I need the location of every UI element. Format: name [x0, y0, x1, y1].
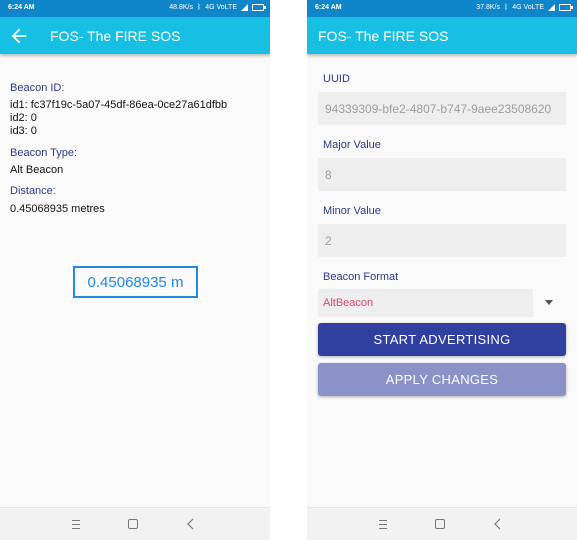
uuid-field[interactable]	[318, 92, 566, 125]
network-rate: 37.8K/s	[476, 4, 501, 11]
beacon-format-select[interactable]: AltBeacon	[318, 289, 533, 317]
signal-icon	[241, 4, 248, 11]
back-arrow-icon[interactable]	[8, 25, 30, 47]
beacon-config-screen: 6:24 AM 37.8K/s ᛒ 4G VoLTE FOS- The FIRE…	[307, 0, 577, 540]
distance-value: 0.45068935 metres	[10, 203, 105, 215]
uuid-label: UUID	[323, 73, 350, 85]
major-value-label: Major Value	[323, 139, 381, 151]
menu-icon[interactable]	[379, 517, 393, 531]
distance-label: Distance:	[10, 185, 56, 197]
nav-back-icon[interactable]	[491, 517, 505, 531]
network-type: 4G VoLTE	[512, 4, 544, 11]
app-bar: FOS- The FIRE SOS	[307, 17, 577, 54]
beacon-type-value: Alt Beacon	[10, 164, 64, 176]
apply-changes-button[interactable]: APPLY CHANGES	[318, 363, 566, 396]
status-time: 6:24 AM	[315, 4, 342, 11]
battery-icon	[252, 4, 266, 11]
beacon-id3: id3: 0	[10, 125, 37, 137]
status-indicators: 48.8K/s ᛒ 4G VoLTE	[169, 4, 266, 11]
status-indicators: 37.8K/s ᛒ 4G VoLTE	[476, 4, 573, 11]
status-bar: 6:24 AM 48.8K/s ᛒ 4G VoLTE	[0, 0, 270, 17]
battery-icon	[559, 4, 573, 11]
beacon-detail-screen: 6:24 AM 48.8K/s ᛒ 4G VoLTE FOS- The FIRE…	[0, 0, 270, 540]
beacon-format-label: Beacon Format	[323, 271, 399, 283]
beacon-id-label: Beacon ID:	[10, 82, 65, 94]
home-icon[interactable]	[435, 517, 449, 531]
app-bar: FOS- The FIRE SOS	[0, 17, 270, 54]
start-advertising-button[interactable]: START ADVERTISING	[318, 323, 566, 356]
major-value-field[interactable]	[318, 158, 566, 191]
bluetooth-icon: ᛒ	[197, 4, 202, 11]
home-icon[interactable]	[128, 517, 142, 531]
nav-bar	[0, 507, 270, 540]
minor-value-label: Minor Value	[323, 205, 381, 217]
status-bar: 6:24 AM 37.8K/s ᛒ 4G VoLTE	[307, 0, 577, 17]
distance-display: 0.45068935 m	[73, 266, 198, 298]
menu-icon[interactable]	[72, 517, 86, 531]
nav-bar	[307, 507, 577, 540]
nav-back-icon[interactable]	[184, 517, 198, 531]
app-title: FOS- The FIRE SOS	[50, 28, 181, 44]
signal-icon	[548, 4, 555, 11]
network-type: 4G VoLTE	[205, 4, 237, 11]
minor-value-field[interactable]	[318, 224, 566, 257]
network-rate: 48.8K/s	[169, 4, 194, 11]
app-title: FOS- The FIRE SOS	[318, 28, 449, 44]
beacon-id2: id2: 0	[10, 112, 37, 124]
dropdown-arrow-icon[interactable]	[545, 300, 553, 305]
beacon-type-label: Beacon Type:	[10, 147, 78, 159]
beacon-id1: id1: fc37f19c-5a07-45df-86ea-0ce27a61dfb…	[10, 99, 228, 111]
bluetooth-icon: ᛒ	[504, 4, 509, 11]
status-time: 6:24 AM	[8, 4, 35, 11]
